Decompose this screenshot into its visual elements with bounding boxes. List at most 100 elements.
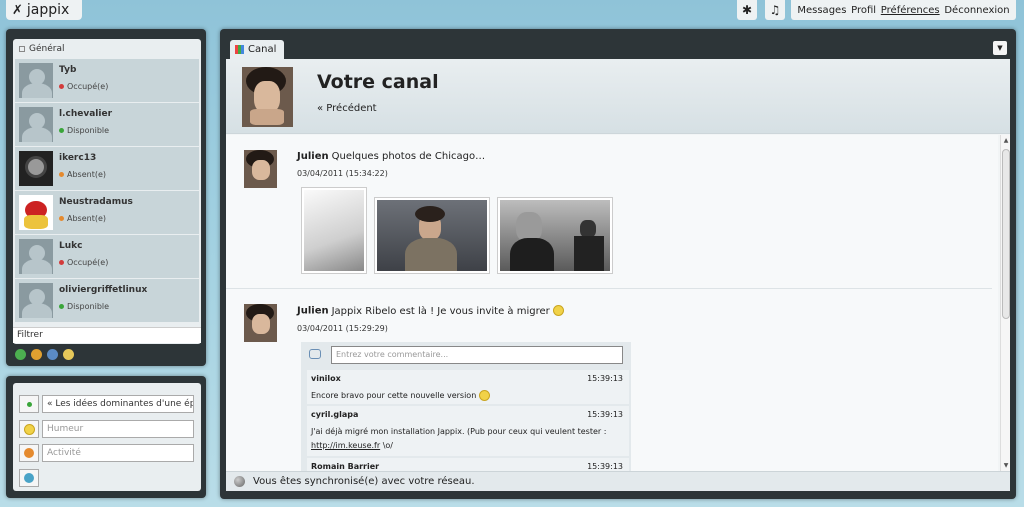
post-text: Jappix Ribelo est là ! Je vous invite à …	[331, 305, 550, 317]
comment-author[interactable]: Romain Barrier	[311, 462, 625, 471]
status-dot-icon	[59, 260, 64, 265]
post-time: 03/04/2011 (15:29:29)	[297, 323, 388, 333]
buddy-status-text: Disponible	[67, 302, 110, 311]
buddy-item[interactable]: Tyb Occupé(e)	[15, 59, 199, 102]
group-name: Général	[29, 44, 65, 54]
channel-header: Votre canal « Précédent	[226, 59, 1010, 134]
buddy-item[interactable]: l.chevalier Disponible	[15, 103, 199, 146]
channel-icon	[235, 45, 244, 54]
comments-box: Entrez votre commentaire... vinilox 15:3…	[301, 342, 631, 471]
nav-messages[interactable]: Messages	[797, 5, 846, 16]
post-time: 03/04/2011 (15:34:22)	[297, 169, 388, 178]
comment-author[interactable]: vinilox	[311, 374, 625, 383]
tab-menu-button[interactable]: ▼	[993, 41, 1007, 55]
buddy-item[interactable]: Neustradamus Absent(e)	[15, 191, 199, 234]
music-icon[interactable]: ♫	[765, 0, 785, 20]
buddy-avatar	[19, 63, 53, 98]
buddy-name: ikerc13	[59, 153, 97, 163]
nav-deconnexion[interactable]: Déconnexion	[944, 5, 1009, 16]
photo-thumbnail[interactable]	[374, 197, 490, 274]
roster-group-header[interactable]: Général	[13, 39, 201, 59]
buddy-item[interactable]: Lukc Occupé(e)	[15, 235, 199, 278]
buddy-status-text: Absent(e)	[67, 214, 107, 223]
buddy-name: Lukc	[59, 241, 83, 251]
comment-input[interactable]: Entrez votre commentaire...	[331, 346, 623, 364]
nav-preferences[interactable]: Préférences	[881, 5, 940, 16]
post-text: Quelques photos de Chicago…	[331, 151, 486, 162]
jappix-logo[interactable]: ✗ jappix	[6, 0, 82, 20]
buddy-status: Absent(e)	[59, 214, 133, 223]
sync-status-text: Vous êtes synchronisé(e) avec votre rése…	[253, 476, 475, 487]
roster-tools	[15, 349, 74, 360]
activity-icon	[24, 448, 34, 458]
presence-button[interactable]	[19, 395, 39, 413]
activity-button[interactable]	[19, 444, 39, 462]
status-dot-icon	[59, 172, 64, 177]
scroll-down-icon[interactable]: ▼	[1002, 462, 1010, 469]
comment-time: 15:39:13	[587, 462, 623, 471]
tab-label: Canal	[248, 44, 277, 55]
top-nav: Messages Profil Préférences Déconnexion	[791, 0, 1016, 20]
buddy-name: Neustradamus	[59, 197, 133, 207]
buddy-avatar	[19, 107, 53, 142]
comment-link[interactable]: http://im.keuse.fr	[311, 441, 380, 450]
sync-icon	[234, 476, 245, 487]
app-name: jappix	[26, 2, 70, 18]
location-button[interactable]	[19, 469, 39, 487]
previous-link[interactable]: « Précédent	[317, 103, 377, 114]
activity-input[interactable]: Activité	[42, 444, 194, 462]
buddy-status: Absent(e)	[59, 170, 106, 179]
status-dot-icon	[59, 128, 64, 133]
buddy-status-text: Absent(e)	[67, 170, 107, 179]
post-avatar[interactable]	[244, 150, 277, 188]
photo-thumbnail[interactable]	[301, 187, 367, 274]
scroll-thumb[interactable]	[1002, 149, 1010, 319]
mood-icon	[23, 423, 35, 435]
sync-status-bar: Vous êtes synchronisé(e) avec votre rése…	[226, 471, 1010, 491]
status-message-input[interactable]: « Les idées dominantes d'une époque	[42, 395, 194, 413]
status-panel: « Les idées dominantes d'une époque Hume…	[6, 376, 206, 498]
post-avatar[interactable]	[244, 304, 277, 342]
post-author[interactable]: Julien	[297, 306, 329, 317]
buddy-status-text: Occupé(e)	[67, 258, 109, 267]
nav-profil[interactable]: Profil	[851, 5, 876, 16]
feed: Julien Quelques photos de Chicago… 03/04/…	[226, 135, 998, 471]
buddy-status: Occupé(e)	[59, 82, 108, 91]
buddy-name: oliviergriffetlinux	[59, 285, 148, 295]
mood-button[interactable]	[19, 420, 39, 438]
buddy-status: Disponible	[59, 126, 112, 135]
comment-time: 15:39:13	[587, 410, 623, 419]
comment-icon	[309, 349, 321, 359]
user-avatar[interactable]	[242, 67, 293, 127]
feed-scrollbar[interactable]: ▲ ▼	[1000, 135, 1010, 471]
buddy-status-text: Disponible	[67, 126, 110, 135]
roster-panel: Général Tyb Occupé(e) l.chevalier Disponibl…	[6, 29, 206, 366]
tag-icon[interactable]	[63, 349, 74, 360]
buddy-avatar	[19, 239, 53, 274]
post-author[interactable]: Julien	[297, 151, 329, 162]
roster-list: Général Tyb Occupé(e) l.chevalier Disponibl…	[13, 39, 201, 344]
asterisk-icon[interactable]: ✱	[737, 0, 757, 20]
buddy-avatar	[19, 283, 53, 318]
groupchat-icon[interactable]	[47, 349, 58, 360]
add-contact-icon[interactable]	[15, 349, 26, 360]
comment-author[interactable]: cyril.glapa	[311, 410, 625, 419]
buddy-item[interactable]: ikerc13 Absent(e)	[15, 147, 199, 190]
buddy-status: Disponible	[59, 302, 147, 311]
status-dot-icon	[59, 84, 64, 89]
main-panel: Canal ▼ Votre canal « Précédent Julien Qu…	[220, 29, 1016, 499]
globe-icon	[24, 473, 34, 483]
smiley-icon	[478, 390, 490, 401]
mood-input[interactable]: Humeur	[42, 420, 194, 438]
comment: Romain Barrier 15:39:13	[307, 458, 629, 471]
buddy-name: l.chevalier	[59, 109, 113, 119]
join-chat-icon[interactable]	[31, 349, 42, 360]
roster-filter-input[interactable]: Filtrer	[13, 327, 201, 343]
collapse-icon	[19, 46, 25, 52]
comment-text: J'ai déjà migré mon installation Jappix.…	[311, 427, 607, 436]
buddy-item[interactable]: oliviergriffetlinux Disponible	[15, 279, 199, 322]
channel-content: Votre canal « Précédent Julien Quelques p…	[226, 59, 1010, 491]
photo-thumbnail[interactable]	[497, 197, 613, 274]
scroll-up-icon[interactable]: ▲	[1002, 137, 1010, 144]
tab-canal[interactable]: Canal	[230, 40, 284, 59]
